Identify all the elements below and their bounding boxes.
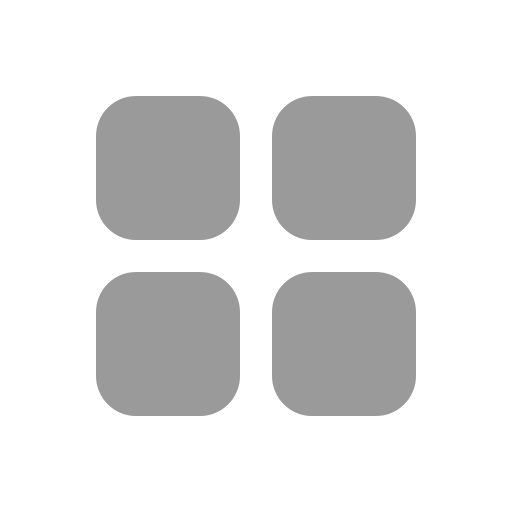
icon-canvas <box>0 0 512 512</box>
grid-tile-top-left <box>96 96 240 240</box>
grid-tile-top-right <box>272 96 416 240</box>
grid-icon <box>96 96 416 416</box>
grid-tile-bottom-right <box>272 272 416 416</box>
grid-tile-bottom-left <box>96 272 240 416</box>
